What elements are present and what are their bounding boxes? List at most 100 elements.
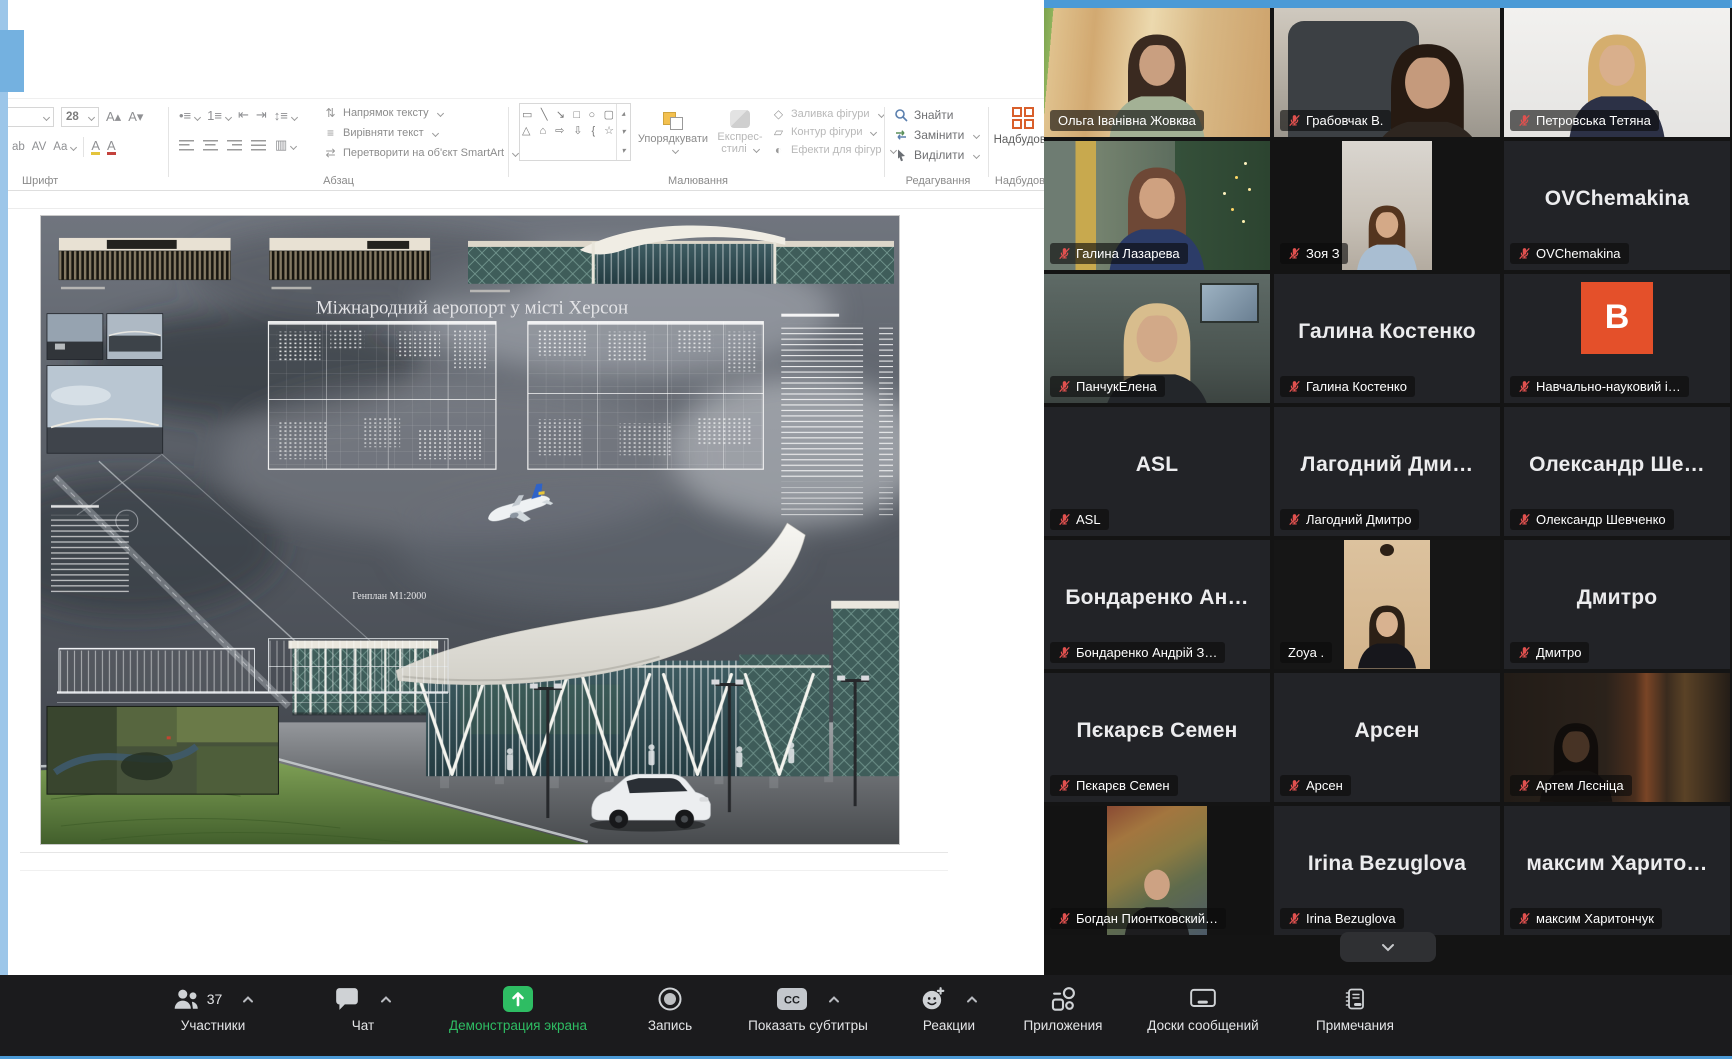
participant-tile[interactable]: OVChemakina OVChemakina (1504, 141, 1730, 270)
participant-tile[interactable]: Галина Лазарева (1044, 141, 1270, 270)
notes-button[interactable]: Примечания (1275, 983, 1435, 1033)
align-center-button[interactable] (203, 140, 218, 151)
participant-tile[interactable]: Галина Костенко Галина Костенко (1274, 274, 1500, 403)
line-spacing-button[interactable]: ↕≡ (274, 108, 297, 123)
participants-grid: Ольга Іванівна Жовква Грабовчак В. Петро… (1044, 8, 1730, 935)
participant-tile[interactable]: ПанчукЕлена (1044, 274, 1270, 403)
participant-display-name: Дмитро (1512, 586, 1722, 610)
chevron-down-icon (225, 113, 232, 120)
share-border-corner (0, 30, 24, 92)
whiteboards-button[interactable]: Доски сообщений (1123, 983, 1283, 1033)
scroll-up-icon: ▴ (621, 109, 625, 118)
captions-button[interactable]: CC Показать субтитры (728, 983, 888, 1033)
participant-tile[interactable]: Зоя З (1274, 141, 1500, 270)
triangle-shape-icon: △ (522, 123, 530, 139)
reactions-icon (920, 986, 946, 1012)
participant-tile[interactable]: Лагодний Дми… Лагодний Дмитро (1274, 407, 1500, 536)
bullets-button[interactable]: •≡ (179, 108, 200, 123)
shapes-gallery[interactable]: ▭╲↘□○▢ △⌂⇨⇩{☆ ▴▾▾ (519, 103, 631, 161)
participant-name-label: Грабовчак В. (1280, 110, 1391, 131)
notes-icon (1343, 986, 1367, 1012)
participant-tile[interactable]: Бондаренко Ан… Бондаренко Андрій З… (1044, 540, 1270, 669)
shape-fill-button[interactable]: ◇Заливка фігури (771, 105, 885, 123)
participant-name-label: Пєкарєв Семен (1050, 775, 1178, 796)
chevron-down-icon (437, 109, 444, 116)
shape-effects-button[interactable]: ◐Ефекти для фігур (771, 141, 885, 159)
participant-tile[interactable]: Грабовчак В. (1274, 8, 1500, 137)
grow-font-button[interactable]: A▴ (106, 109, 121, 125)
participant-tile[interactable]: ASL ASL (1044, 407, 1270, 536)
participant-tile[interactable]: Петровська Тетяна (1504, 8, 1730, 137)
muted-mic-icon (1288, 513, 1301, 526)
shrink-font-button[interactable]: A▾ (128, 109, 143, 125)
participant-tile[interactable]: Арсен Арсен (1274, 673, 1500, 802)
increase-indent-button[interactable]: ⇥ (256, 107, 267, 123)
font-size-select[interactable]: 28 (61, 107, 99, 127)
replace-button[interactable]: Замінити (894, 125, 979, 145)
participant-tile[interactable]: максим Харито… максим Харитончук (1504, 806, 1730, 935)
participant-tile[interactable]: Богдан Пионтковский… (1044, 806, 1270, 935)
muted-mic-icon (1288, 247, 1301, 260)
align-text-button[interactable]: ≡ Вирівняти текст (323, 123, 505, 143)
font-color-button[interactable]: A (107, 140, 116, 155)
avatar: В (1581, 282, 1653, 354)
chevron-up-icon[interactable] (242, 995, 254, 1003)
muted-mic-icon (1058, 380, 1071, 393)
participant-tile[interactable]: В Навчально-науковий і… (1504, 274, 1730, 403)
muted-mic-icon (1058, 912, 1071, 925)
shape-outline-button[interactable]: ▱Контур фігури (771, 123, 885, 141)
chat-button[interactable]: Чат (283, 983, 443, 1033)
convert-to-smartart-button[interactable]: ⇄ Перетворити на об'єкт SmartArt (323, 143, 505, 163)
find-button[interactable]: Знайти (894, 105, 979, 125)
chevron-up-icon[interactable] (828, 995, 840, 1003)
muted-mic-icon (1058, 247, 1071, 260)
quick-styles-icon (730, 110, 750, 128)
chevron-up-icon[interactable] (380, 995, 392, 1003)
replace-label: Замінити (914, 128, 964, 142)
arrange-button[interactable]: Упорядкувати (637, 103, 709, 161)
chevron-up-icon[interactable] (966, 995, 978, 1003)
align-left-button[interactable] (179, 140, 194, 151)
align-right-button[interactable] (227, 140, 242, 151)
chevron-down-icon (88, 113, 95, 120)
quick-styles-button[interactable]: Експрес-стилі (713, 103, 767, 161)
participants-button[interactable]: 37 Участники (133, 983, 293, 1033)
text-direction-button[interactable]: ⇅ Напрямок тексту (323, 103, 505, 123)
more-participants-button[interactable] (1340, 932, 1436, 962)
participant-tile[interactable]: Артем Лєсніца (1504, 673, 1730, 802)
share-screen-button[interactable]: Демонстрация экрана (438, 983, 598, 1033)
muted-mic-icon (1288, 779, 1301, 792)
ribbon-group-drawing: ▭╲↘□○▢ △⌂⇨⇩{☆ ▴▾▾ Упорядкувати Експрес-с… (513, 99, 883, 190)
whiteboards-label: Доски сообщений (1123, 1018, 1283, 1033)
columns-button[interactable]: ▥ (275, 137, 296, 153)
change-case-button[interactable]: Aa (53, 141, 76, 153)
find-label: Знайти (914, 108, 953, 122)
character-spacing-button[interactable]: AV (32, 141, 47, 153)
record-button[interactable]: Запись (590, 983, 750, 1033)
textbox-shape-icon: ▭ (522, 107, 532, 123)
strikethrough-button[interactable]: ab (12, 141, 25, 153)
divider (884, 107, 885, 177)
shapes-gallery-scrollbar[interactable]: ▴▾▾ (616, 104, 630, 160)
decrease-indent-button[interactable]: ⇤ (238, 107, 249, 123)
muted-mic-icon (1518, 114, 1531, 127)
participant-display-name: Лагодний Дми… (1282, 453, 1492, 477)
select-button[interactable]: Виділити (894, 145, 979, 165)
select-label: Виділити (914, 148, 964, 162)
justify-button[interactable] (251, 140, 266, 151)
participant-display-name: Irina Bezuglova (1282, 852, 1492, 876)
participant-tile[interactable]: Пєкарєв Семен Пєкарєв Семен (1044, 673, 1270, 802)
participant-tile[interactable]: Irina Bezuglova Irina Bezuglova (1274, 806, 1500, 935)
highlight-color-button[interactable]: A (91, 140, 100, 155)
meeting-toolbar: 37 Участники Чат Демонстрация экрана (0, 975, 1732, 1056)
participant-tile[interactable]: Олександр Ше… Олександр Шевченко (1504, 407, 1730, 536)
group-label-editing: Редагування (890, 175, 986, 187)
numbering-button[interactable]: 1≡ (207, 108, 231, 123)
participant-tile[interactable]: Ольга Іванівна Жовква (1044, 8, 1270, 137)
participant-tile[interactable]: Дмитро Дмитро (1504, 540, 1730, 669)
divider (20, 870, 948, 871)
apps-button[interactable]: Приложения (983, 983, 1143, 1033)
participant-tile[interactable]: Zoya . (1274, 540, 1500, 669)
font-name-select[interactable] (8, 107, 54, 127)
addins-button[interactable]: Надбудови (993, 107, 1044, 146)
